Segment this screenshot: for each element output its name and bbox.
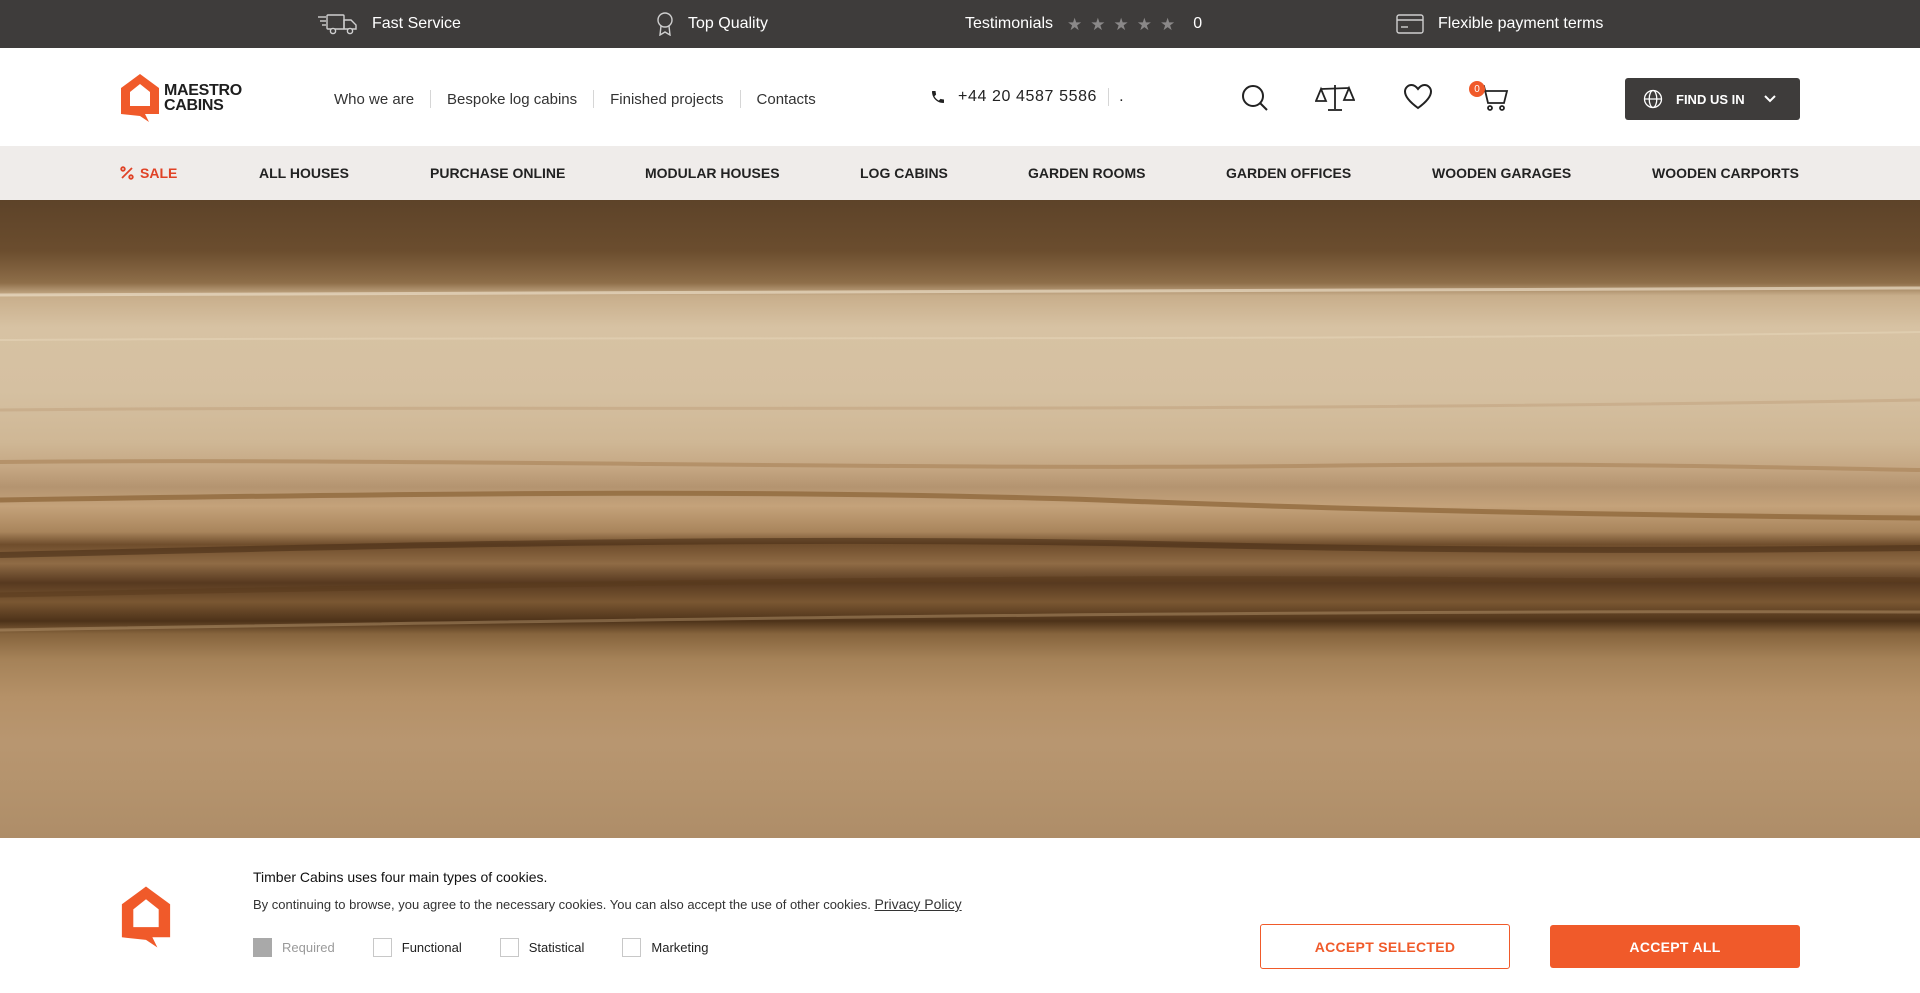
required-checkbox (253, 938, 272, 957)
wood-grain-texture (0, 286, 1920, 632)
required-label: Required (282, 940, 335, 955)
link-finished-projects[interactable]: Finished projects (610, 91, 723, 108)
globe-icon (1643, 89, 1663, 109)
divider (1108, 88, 1110, 106)
phone-icon (932, 91, 944, 103)
star-icon: ★ (1136, 14, 1153, 34)
award-ribbon-icon (657, 12, 673, 36)
divider (430, 90, 432, 108)
credit-card-icon (1396, 14, 1424, 34)
logo-line-2: CABINS (164, 97, 224, 114)
logo-line-1: MAESTRO (164, 82, 242, 99)
divider (593, 90, 595, 108)
nav-garden-rooms[interactable]: GARDEN ROOMS (1028, 146, 1145, 200)
logo-text: MAESTRO CABINS (164, 82, 242, 114)
testimonials-label[interactable]: Testimonials (965, 15, 1053, 33)
site-logo[interactable]: MAESTRO CABINS (119, 72, 242, 124)
brand-logo-icon (121, 886, 171, 948)
top-quality-item: Top Quality (656, 0, 768, 48)
cookie-title: Timber Cabins uses four main types of co… (253, 869, 548, 885)
fast-service-label: Fast Service (372, 15, 461, 32)
accept-all-button[interactable]: ACCEPT ALL (1550, 925, 1800, 968)
find-us-in-button[interactable]: FIND US IN (1625, 78, 1800, 120)
functional-checkbox[interactable] (372, 938, 392, 957)
compare-scale-icon[interactable] (1315, 83, 1355, 113)
phone-number[interactable]: +44 20 4587 5586 (958, 88, 1097, 106)
nav-purchase-online[interactable]: PURCHASE ONLINE (430, 146, 565, 200)
marketing-checkbox[interactable] (622, 938, 642, 957)
star-icon: ★ (1113, 14, 1129, 34)
delivery-truck-icon (318, 14, 357, 35)
rating-count: 0 (1193, 15, 1203, 32)
cart-count-badge: 0 (1469, 81, 1485, 97)
category-nav: SALE ALL HOUSES PURCHASE ONLINE MODULAR … (0, 146, 1920, 200)
link-contacts[interactable]: Contacts (757, 91, 816, 108)
cookie-option-marketing[interactable]: Marketing (622, 938, 708, 957)
phone-contact[interactable]: +44 20 4587 5586 . (930, 88, 1124, 106)
search-icon[interactable] (1240, 83, 1270, 113)
link-who-we-are[interactable]: Who we are (334, 91, 414, 108)
phone-extra: . (1119, 88, 1125, 105)
star-icon: ★ (1160, 14, 1176, 34)
main-header: MAESTRO CABINS Who we are Bespoke log ca… (0, 48, 1920, 146)
cookie-description: By continuing to browse, you agree to th… (253, 896, 962, 912)
logo-house-icon (121, 74, 159, 122)
nav-sale-label: SALE (140, 165, 178, 181)
rating-stars: ★ ★ ★ ★ ★ (1067, 16, 1183, 33)
payment-terms-label: Flexible payment terms (1438, 15, 1604, 32)
divider (739, 90, 741, 108)
nav-log-cabins[interactable]: LOG CABINS (860, 146, 948, 200)
link-bespoke-log-cabins[interactable]: Bespoke log cabins (447, 91, 577, 108)
hero-wood-image (0, 200, 1920, 838)
fast-service-item: Fast Service (318, 0, 461, 48)
nav-all-houses[interactable]: ALL HOUSES (259, 146, 349, 200)
nav-wooden-carports[interactable]: WOODEN CARPORTS (1652, 146, 1799, 200)
heart-icon[interactable] (1403, 83, 1433, 111)
cookie-option-required: Required (253, 938, 335, 957)
percent-icon (120, 166, 134, 180)
find-us-in-label: FIND US IN (1676, 91, 1745, 107)
nav-garden-offices[interactable]: GARDEN OFFICES (1226, 146, 1351, 200)
header-links: Who we are Bespoke log cabins Finished p… (334, 90, 816, 108)
nav-modular-houses[interactable]: MODULAR HOUSES (645, 146, 780, 200)
cookie-text: By continuing to browse, you agree to th… (253, 897, 871, 912)
nav-wooden-garages[interactable]: WOODEN GARAGES (1432, 146, 1571, 200)
cookie-option-statistical[interactable]: Statistical (499, 938, 585, 957)
marketing-label[interactable]: Marketing (651, 940, 708, 955)
testimonials-item[interactable]: Testimonials ★ ★ ★ ★ ★ 0 (965, 0, 1202, 48)
top-info-bar: Fast Service Top Quality Testimonials ★ … (0, 0, 1920, 48)
star-icon: ★ (1090, 14, 1106, 34)
statistical-label[interactable]: Statistical (529, 940, 585, 955)
nav-sale[interactable]: SALE (120, 146, 177, 200)
chevron-down-icon (1763, 95, 1776, 103)
star-icon: ★ (1067, 14, 1083, 34)
payment-terms-item: Flexible payment terms (1396, 0, 1603, 48)
cookie-option-functional[interactable]: Functional (372, 938, 462, 957)
privacy-policy-link[interactable]: Privacy Policy (875, 896, 962, 912)
cookie-consent-bar: Timber Cabins uses four main types of co… (0, 838, 1920, 993)
functional-label[interactable]: Functional (402, 940, 462, 955)
statistical-checkbox[interactable] (499, 938, 519, 957)
cookie-options: Required Functional Statistical Marketin… (253, 938, 746, 957)
accept-selected-button[interactable]: ACCEPT SELECTED (1260, 924, 1510, 969)
top-quality-label: Top Quality (688, 15, 769, 32)
